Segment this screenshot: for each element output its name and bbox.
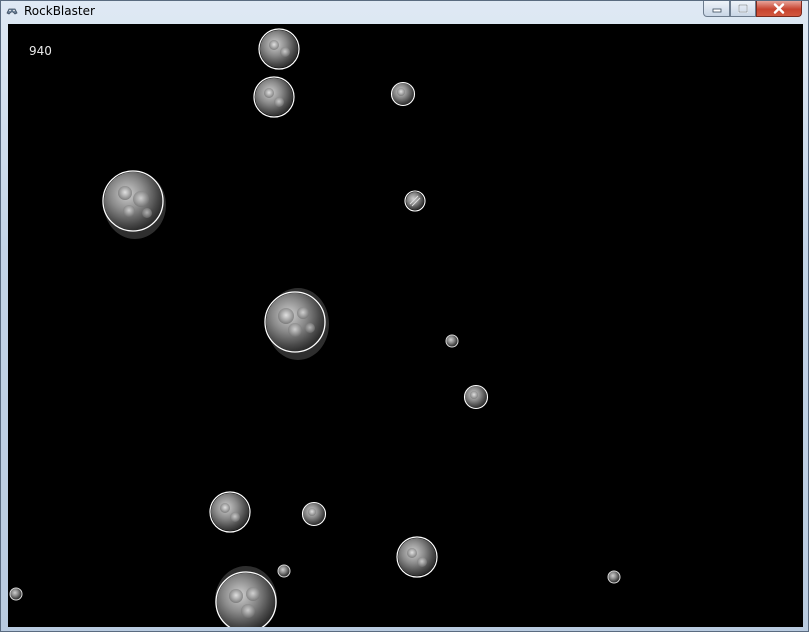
rock-small-4	[301, 501, 327, 527]
maximize-button[interactable]	[730, 1, 756, 17]
close-button[interactable]	[756, 1, 802, 17]
rock-small-2	[404, 190, 426, 212]
maximize-icon	[738, 4, 748, 13]
minimize-button[interactable]	[703, 1, 730, 17]
window-title: RockBlaster	[24, 4, 95, 18]
rock-small-1	[390, 81, 416, 107]
rock-large-3	[215, 566, 277, 627]
rock-medium-3	[209, 491, 251, 533]
rock-tiny-2	[277, 564, 291, 578]
game-canvas[interactable]: 940	[8, 24, 803, 627]
score-display: 940	[29, 44, 52, 58]
rock-large-1	[102, 170, 166, 239]
close-icon	[773, 3, 785, 14]
minimize-icon	[712, 8, 721, 12]
title-bar[interactable]: RockBlaster	[1, 1, 808, 23]
rock-tiny-4	[9, 587, 23, 601]
rock-small-3	[463, 384, 489, 410]
rock-tiny-3	[607, 570, 621, 584]
rock-tiny-1	[445, 334, 459, 348]
gamepad-icon	[6, 8, 18, 15]
rock-large-2	[264, 288, 329, 360]
app-window: RockBlaster 940	[0, 0, 809, 632]
rock-medium-1	[258, 28, 300, 70]
rock-medium-2	[253, 76, 295, 118]
rock-medium-4	[396, 536, 438, 578]
asteroid-field	[9, 28, 621, 627]
